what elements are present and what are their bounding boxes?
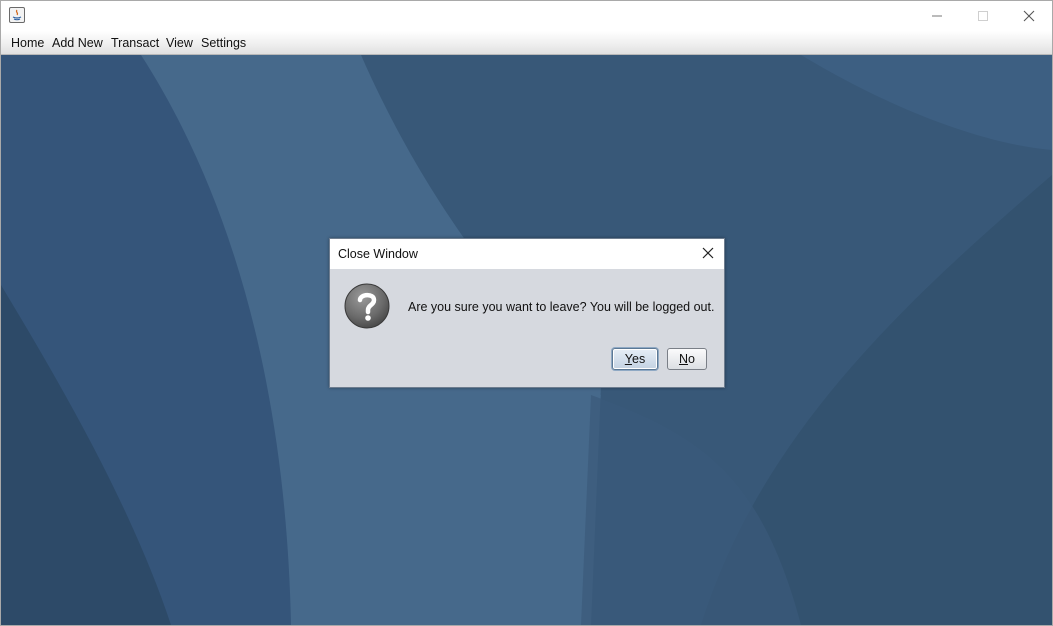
- maximize-button[interactable]: [960, 1, 1006, 31]
- menu-bar: Home Add New Transact View Settings: [1, 31, 1052, 55]
- minimize-button[interactable]: [914, 1, 960, 31]
- yes-button[interactable]: Yes: [612, 348, 658, 370]
- no-label-rest: o: [688, 352, 695, 366]
- maximize-icon: [978, 11, 988, 21]
- close-icon: [1023, 10, 1035, 22]
- window-titlebar[interactable]: [1, 1, 1052, 31]
- menu-transact[interactable]: Transact: [111, 35, 159, 51]
- dialog-titlebar[interactable]: Close Window: [330, 239, 724, 269]
- minimize-icon: [932, 15, 942, 17]
- menu-view[interactable]: View: [166, 35, 193, 51]
- menu-settings[interactable]: Settings: [201, 35, 246, 51]
- no-mnemonic: N: [679, 352, 689, 366]
- dialog-title: Close Window: [338, 247, 418, 261]
- dialog-message: Are you sure you want to leave? You will…: [408, 300, 715, 314]
- close-icon: [702, 247, 714, 259]
- dialog-close-button[interactable]: [700, 245, 716, 261]
- yes-mnemonic: Y: [624, 352, 632, 366]
- yes-label-rest: es: [632, 352, 646, 366]
- close-window-dialog: Close Window Are you sure you want to le…: [329, 238, 725, 388]
- close-window-button[interactable]: [1006, 1, 1052, 31]
- menu-home[interactable]: Home: [11, 35, 44, 51]
- menu-add-new[interactable]: Add New: [52, 35, 103, 51]
- app-window: Home Add New Transact View Settings Clos…: [0, 0, 1053, 626]
- question-icon: [344, 283, 390, 329]
- java-app-icon: [9, 7, 25, 23]
- no-button[interactable]: No: [667, 348, 707, 370]
